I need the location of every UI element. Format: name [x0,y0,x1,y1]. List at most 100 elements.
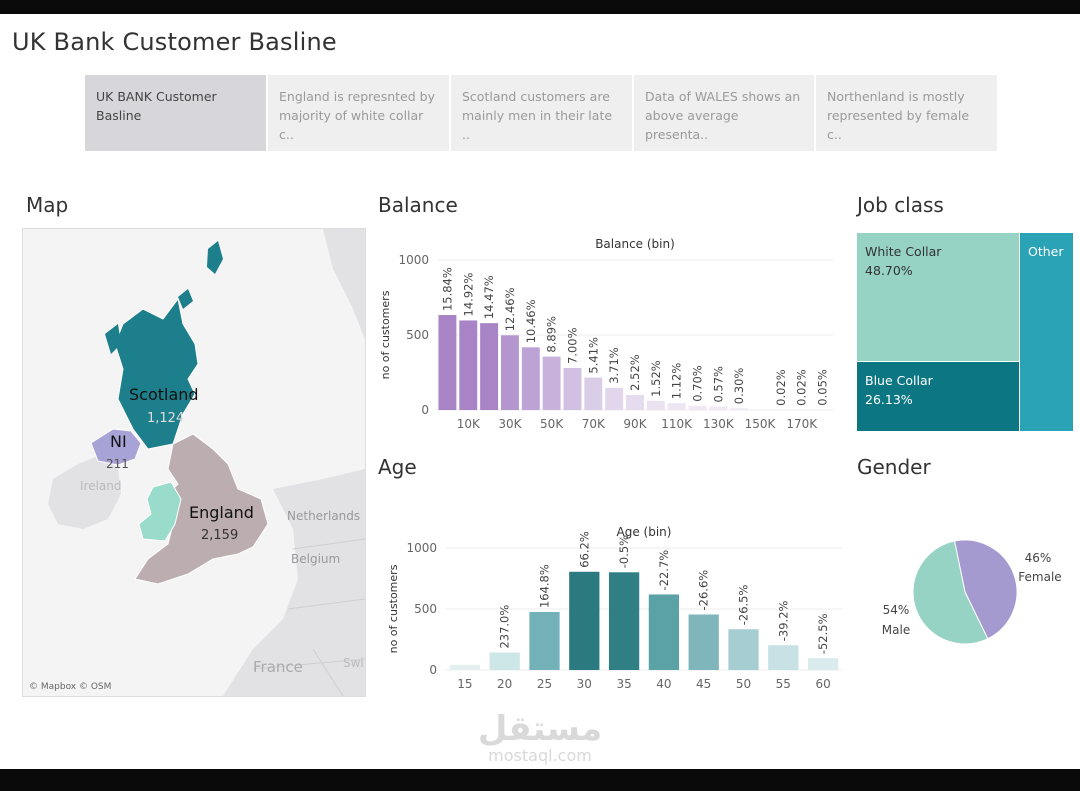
bar[interactable] [584,377,603,410]
x-tick-label: 30K [498,417,522,431]
story-point-4[interactable]: Data of WALES shows an above average pre… [634,75,814,151]
job-class-treemap[interactable]: White Collar 48.70% Blue Collar 26.13% O… [857,233,1073,431]
data-label: 0.02% [774,369,788,406]
bar[interactable] [730,408,749,410]
data-label: 12.46% [503,287,517,331]
data-label: 1.12% [670,363,684,400]
bar[interactable] [648,594,680,670]
bar[interactable] [438,315,457,410]
treemap-other[interactable]: Other [1020,233,1073,431]
bar[interactable] [688,405,707,410]
balance-bar-chart[interactable]: Balance (bin) no of customers 0 500 1000 15.8… [375,228,845,438]
chart-title: Balance (bin) [595,237,675,251]
x-tick-label: 70K [582,417,606,431]
x-tick-label: 10K [457,417,481,431]
bar[interactable] [480,323,499,410]
data-label: 14.92% [461,273,475,317]
bar[interactable] [608,572,640,670]
bar[interactable] [459,320,478,410]
treemap-white-collar-percent: 48.70% [865,263,913,278]
data-label: 0.70% [691,365,705,402]
bar[interactable] [500,335,519,410]
data-label: 237.0% [498,605,512,649]
y-tick-label: 0 [421,403,429,417]
bar[interactable] [768,645,799,670]
story-point-2[interactable]: England is represnted by majority of whi… [268,75,449,151]
pie-label-female-percent: 46% [1025,551,1052,565]
x-tick-label: 35 [616,677,631,691]
data-label: 10.46% [524,299,538,343]
map-place-ireland: Ireland [80,479,122,493]
uk-map[interactable]: Scotland 1,124 NI 211 England 2,159 Irel… [22,228,366,697]
bar[interactable] [626,394,644,410]
treemap-blue-collar[interactable]: Blue Collar 26.13% [857,362,1019,431]
bar[interactable] [646,400,665,410]
map-section-title: Map [26,193,69,217]
data-label: 14.47% [482,275,496,319]
bar[interactable] [489,652,520,670]
bar[interactable] [529,612,560,670]
age-section-title: Age [378,455,417,479]
bar[interactable] [728,629,759,670]
x-tick-label: 40 [656,677,671,691]
bar[interactable] [563,368,582,410]
bar[interactable] [605,387,624,410]
data-label: 0.30% [732,368,746,405]
bar[interactable] [569,571,600,670]
story-point-5[interactable]: Northenland is mostly represented by fem… [816,75,997,151]
x-tick-label: 50K [540,417,564,431]
map-value-scotland: 1,124 [147,411,184,426]
treemap-other-label: Other [1028,244,1064,259]
bar[interactable] [449,664,481,670]
map-value-ni: 211 [106,457,129,471]
data-label: 0.02% [795,369,809,406]
data-label: 1.52% [649,360,663,397]
map-place-france: France [253,658,303,676]
data-label: -39.2% [776,600,790,641]
x-tick-label: 25 [537,677,552,691]
bar[interactable] [688,614,719,670]
data-label: 8.89% [545,316,559,353]
data-label: 164.8% [538,564,552,608]
x-tick-label: 20 [497,677,512,691]
x-tick-label: 110K [661,417,693,431]
bar[interactable] [667,403,686,410]
map-place-switzerland: Swi [343,656,364,670]
x-tick-label: 170K [786,417,818,431]
map-label-scotland: Scotland [129,385,199,404]
map-place-netherlands: Netherlands [287,509,360,523]
x-tick-label: 90K [623,417,647,431]
data-label: 5.41% [586,337,600,374]
y-tick-label: 500 [414,602,437,616]
story-point-1[interactable]: UK BANK Customer Basline [85,75,266,151]
data-label: 2.52% [628,354,642,391]
age-bar-chart[interactable]: Age (bin)no of customers05001000237.0%16… [375,490,845,700]
pie-label-male-percent: 54% [883,603,910,617]
y-tick-label: 1000 [406,541,437,555]
map-label-ni: NI [110,432,127,451]
watermark-latin: mostaql.com [488,746,592,765]
y-axis-label: no of customers [387,564,400,653]
data-label: 0.57% [711,366,725,403]
x-tick-label: 50 [736,677,751,691]
bar[interactable] [807,658,839,670]
y-tick-label: 500 [406,328,429,342]
data-label: 3.71% [607,347,621,384]
bar[interactable] [542,356,561,410]
bar[interactable] [521,347,540,410]
data-label: -0.5% [617,535,631,568]
map-place-belgium: Belgium [291,552,340,566]
treemap-white-collar-label: White Collar [865,244,942,259]
dashboard-title: UK Bank Customer Basline [12,28,337,56]
top-black-bar [0,0,1080,14]
data-label: -22.7% [657,550,671,591]
data-label: 66.2% [577,531,591,568]
watermark: مستقل mostaql.com [470,710,610,764]
map-attribution: © Mapbox © OSM [29,682,111,692]
x-tick-label: 130K [703,417,735,431]
treemap-white-collar[interactable]: White Collar 48.70% [857,233,1019,361]
bar[interactable] [709,406,728,410]
gender-pie-chart[interactable]: 46% Female 54% Male [860,525,1075,655]
story-point-3[interactable]: Scotland customers are mainly men in the… [451,75,632,151]
x-tick-label: 150K [745,417,777,431]
